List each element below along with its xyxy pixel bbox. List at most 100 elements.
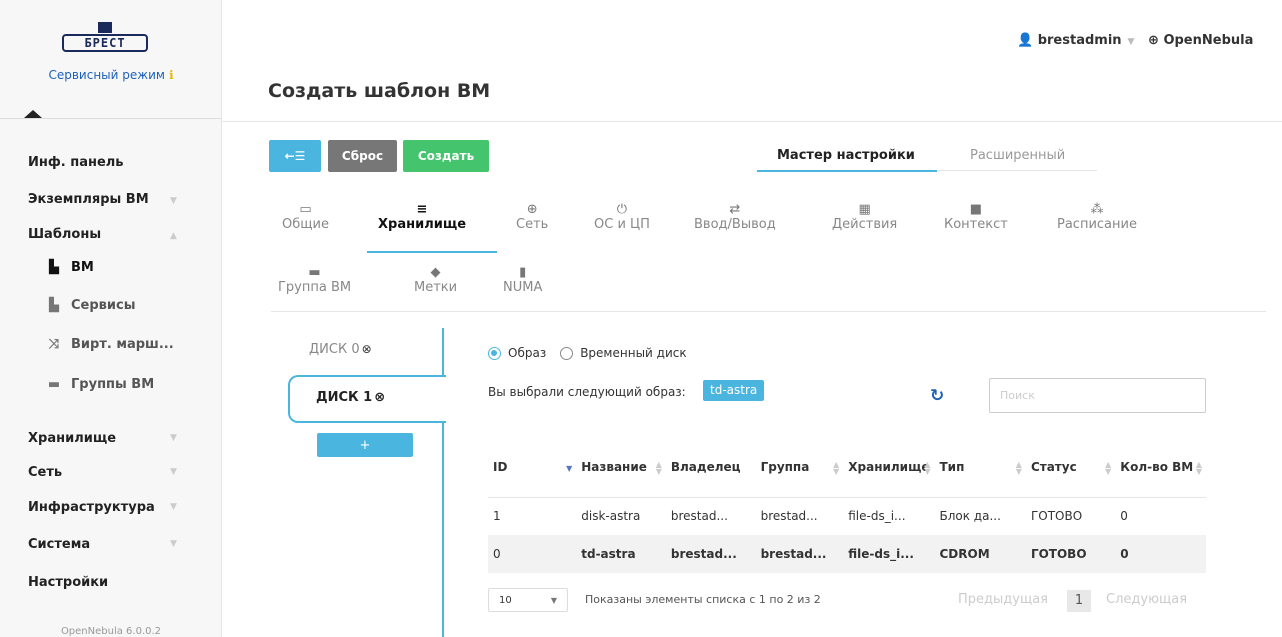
tab-network[interactable]: ⊕ Сеть <box>516 203 548 233</box>
disk-tab-label: ДИСК 1 <box>316 390 373 405</box>
tab-label: Расписание <box>1057 217 1137 232</box>
chevron-down-icon: ▼ <box>550 595 557 605</box>
tab-io[interactable]: ⇄ Ввод/Вывод <box>694 203 776 233</box>
logo[interactable]: БРЕСТ <box>54 22 154 60</box>
tab-advanced[interactable]: Расширенный <box>970 148 1065 163</box>
tab-scheduling[interactable]: ⁂ Расписание <box>1057 202 1137 233</box>
col-label: Владелец <box>670 459 741 474</box>
cell-name: td-astra <box>576 535 666 573</box>
sidebar-subitem-vm[interactable]: ▙ ВМ <box>45 260 94 275</box>
table-row-selected[interactable]: 0 td-astra brestad... brestad... file-ds… <box>488 535 1206 573</box>
sidebar-item-network[interactable]: Сеть <box>28 465 62 480</box>
chevron-down-icon: ▼ <box>170 502 177 512</box>
cell-id: 1 <box>493 509 501 524</box>
refresh-icon[interactable]: ↻ <box>930 388 944 405</box>
disk-tab-label: ДИСК 0 <box>309 342 360 357</box>
cell-id: 0 <box>488 535 577 573</box>
cell-type: CDROM <box>934 535 1026 573</box>
sort-icon: ▲ ▼ <box>1105 460 1112 476</box>
sitemap-icon: ⁂ <box>1090 202 1104 217</box>
sidebar-subitem-vrouters[interactable]: ⤨ Вирт. марш... <box>45 337 174 352</box>
calendar-icon: ▦ <box>858 202 871 217</box>
tab-os-cpu[interactable]: ⏻ ОС и ЦП <box>594 202 650 233</box>
cell-datastore: file-ds_i... <box>843 535 935 573</box>
disk-tab-1-label[interactable]: ДИСК 1 ⊗ <box>316 390 385 405</box>
sidebar-subitem-vmgroups[interactable]: ▬ Группы ВМ <box>45 377 154 392</box>
sort-icon: ▲ ▼ <box>833 460 840 476</box>
tab-general[interactable]: ▭ Общие <box>282 202 329 233</box>
sidebar-item-settings[interactable]: Настройки <box>28 575 108 590</box>
service-mode-label: Сервисный режим ℹ <box>0 68 222 82</box>
tab-wizard[interactable]: Мастер настройки <box>777 148 915 163</box>
add-disk-button[interactable]: + <box>317 433 413 457</box>
sidebar-item-infrastructure[interactable]: Инфраструктура <box>28 500 155 515</box>
disk-tab-0[interactable]: ДИСК 0 ⊗ <box>309 342 372 357</box>
sort-desc-icon: ▼ <box>566 464 573 473</box>
sidebar-item-dashboard[interactable]: Инф. панель <box>28 155 124 170</box>
remove-disk-icon[interactable]: ⊗ <box>374 390 385 405</box>
service-mode-text: Сервисный режим <box>48 68 165 82</box>
chevron-down-icon: ▼ <box>170 196 177 206</box>
tower-icon <box>98 22 112 33</box>
col-type[interactable]: Тип ▲ ▼ <box>934 437 1026 498</box>
search-input[interactable] <box>989 378 1206 413</box>
user-menu[interactable]: 👤 brestadmin ▼ <box>1017 33 1134 48</box>
current-page-button[interactable]: 1 <box>1067 590 1091 612</box>
folder-open-icon: ▬ <box>47 377 61 392</box>
page-title: Создать шаблон ВМ <box>268 80 491 102</box>
col-label: Хранилище <box>848 459 930 474</box>
col-status[interactable]: Статус ▲ ▼ <box>1025 437 1116 498</box>
tab-underline <box>937 170 1097 171</box>
cell-running-vms: 0 <box>1115 535 1206 573</box>
reset-button[interactable]: Сброс <box>328 140 397 172</box>
radio-image-label[interactable]: Образ <box>508 346 546 360</box>
zone-menu[interactable]: ⊕ OpenNebula <box>1148 33 1253 48</box>
info-icon[interactable]: ℹ <box>169 68 174 82</box>
sidebar-item-templates[interactable]: Шаблоны <box>28 227 101 242</box>
selected-image-text: Вы выбрали следующий образ: <box>488 385 686 399</box>
sidebar-item-vms[interactable]: Экземпляры ВМ <box>28 192 149 207</box>
col-datastore[interactable]: Хранилище ▲ ▼ <box>843 437 935 498</box>
tab-actions[interactable]: ▦ Действия <box>832 202 898 233</box>
radio-volatile-label[interactable]: Временный диск <box>580 346 686 360</box>
col-running-vms[interactable]: Кол-во ВМ ▲ ▼ <box>1115 437 1206 498</box>
col-group[interactable]: Группа ▲ ▼ <box>755 437 844 498</box>
next-page-button[interactable]: Следующая <box>1106 592 1187 607</box>
sidebar-item-system[interactable]: Система <box>28 537 90 552</box>
col-owner[interactable]: Владелец <box>665 437 756 498</box>
laptop-icon: ▭ <box>299 202 312 217</box>
chevron-up-icon: ▲ <box>170 231 177 241</box>
cell-status: ГОТОВО <box>1025 535 1116 573</box>
sidebar-subitem-services[interactable]: ▙ Сервисы <box>45 298 135 313</box>
remove-disk-icon[interactable]: ⊗ <box>362 342 372 356</box>
sidebar-subitem-label: Группы ВМ <box>71 377 155 392</box>
tab-label: ОС и ЦП <box>594 217 650 232</box>
sort-icon: ▲ ▼ <box>1015 460 1022 476</box>
tab-numa[interactable]: ▮ NUMA <box>503 265 542 296</box>
table-header-row: ID ▼ Название ▲ ▼ Владелец Группа ▲ ▼ Хранили… <box>488 437 1206 498</box>
page-size-select[interactable]: 10 ▼ <box>488 588 568 612</box>
col-id[interactable]: ID ▼ <box>488 437 577 498</box>
tab-label: Группа ВМ <box>278 280 352 295</box>
radio-image[interactable] <box>488 346 501 360</box>
sidebar-subitem-label: ВМ <box>71 260 94 275</box>
back-button[interactable]: ←☰ <box>269 140 321 172</box>
prev-page-button[interactable]: Предыдущая <box>958 592 1048 607</box>
collapse-caret-icon[interactable] <box>24 110 42 118</box>
chevron-down-icon: ▼ <box>170 433 177 443</box>
tab-vmgroup[interactable]: ▬ Группа ВМ <box>278 266 352 296</box>
radio-volatile[interactable] <box>560 346 574 360</box>
create-button[interactable]: Создать <box>403 140 489 172</box>
sidebar-item-storage[interactable]: Хранилище <box>28 431 116 446</box>
cell-group: brestad... <box>760 509 818 524</box>
tab-storage[interactable]: ≡ Хранилище <box>378 203 466 233</box>
microchip-icon: ▮ <box>519 265 527 280</box>
tab-label: Действия <box>832 217 898 232</box>
tab-labels[interactable]: ◆ Метки <box>414 266 457 296</box>
table-row[interactable]: 1 disk-astra brestad... brestad... file-… <box>488 497 1206 535</box>
tab-context[interactable]: ■ Контекст <box>944 203 1008 233</box>
sort-icon: ▲ ▼ <box>924 460 931 476</box>
col-name[interactable]: Название ▲ ▼ <box>576 437 666 498</box>
cell-type: Блок да... <box>939 509 1001 524</box>
power-icon: ⏻ <box>616 202 628 217</box>
